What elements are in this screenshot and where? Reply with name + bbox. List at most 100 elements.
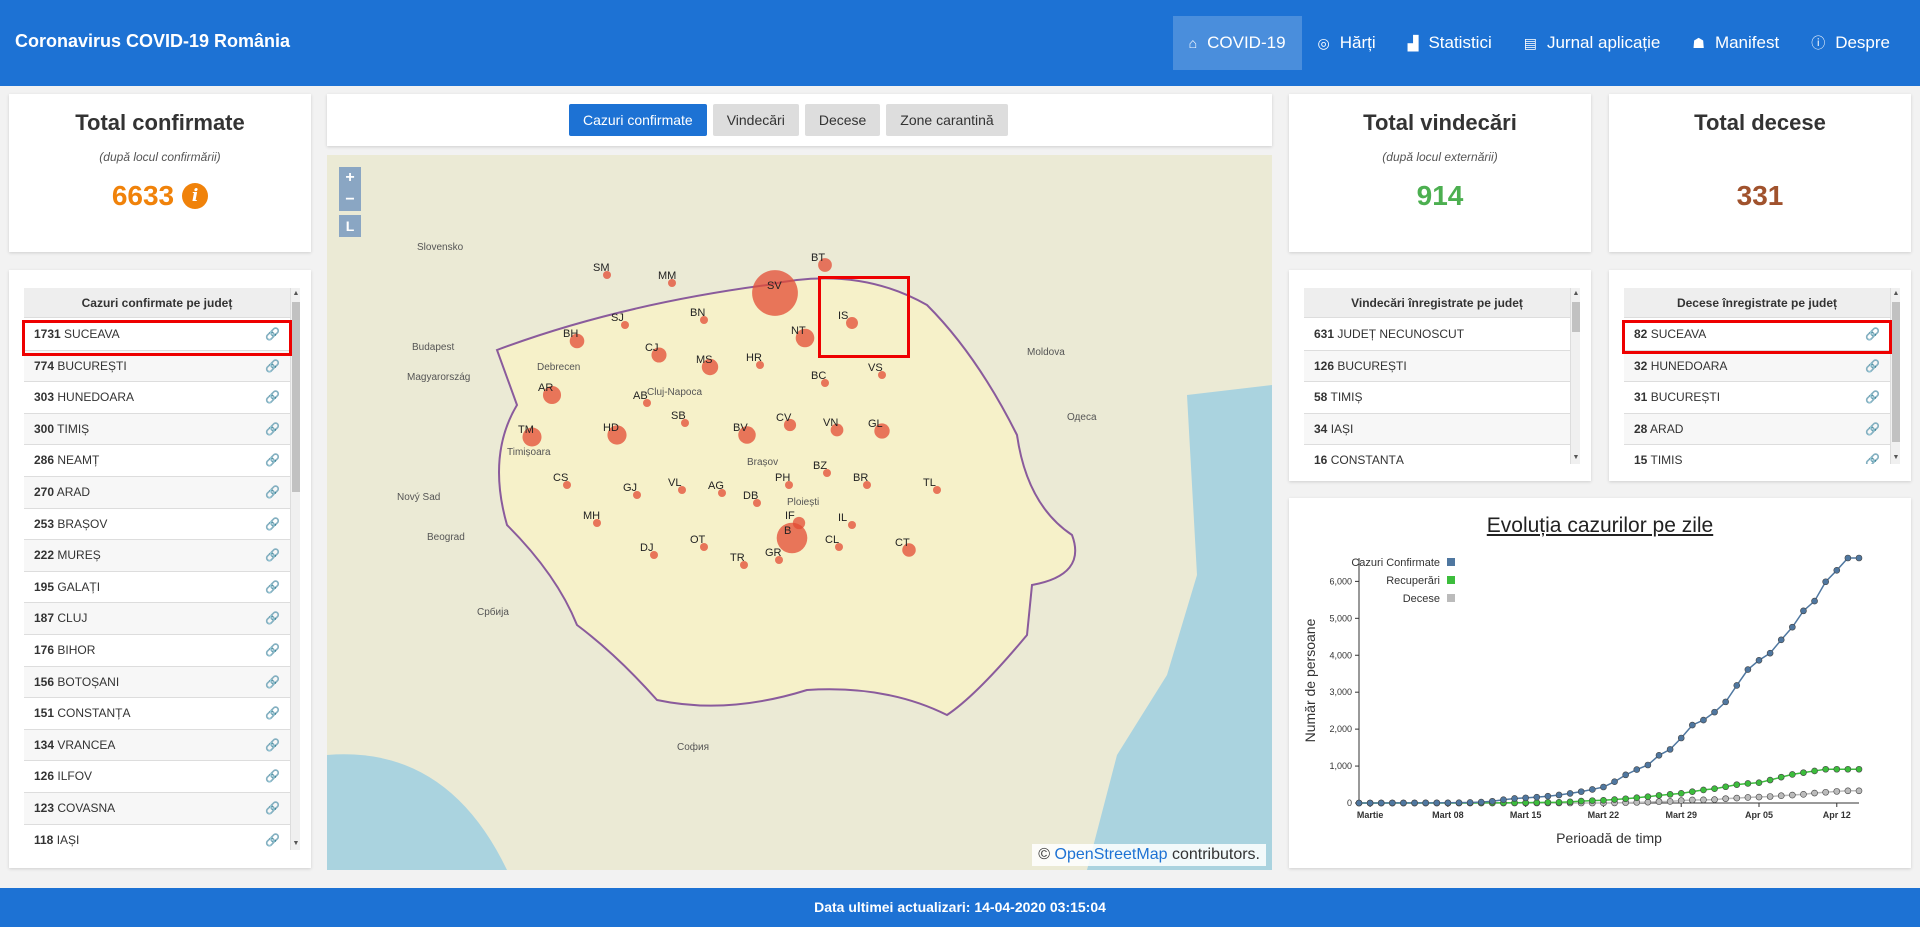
nav-label: Despre xyxy=(1835,33,1890,52)
users-icon: ☗ xyxy=(1692,34,1705,51)
tab-quarantine[interactable]: Zone carantină xyxy=(886,104,1008,136)
list-item[interactable]: 187 CLUJ 🔗 xyxy=(24,603,290,635)
nav-covid[interactable]: ⌂ COVID-19 xyxy=(1172,16,1302,70)
list-item[interactable]: 286 NEAMȚ 🔗 xyxy=(24,445,290,477)
info-icon[interactable]: i xyxy=(182,183,209,209)
data-point xyxy=(1633,766,1641,773)
link-icon[interactable]: 🔗 xyxy=(265,793,280,824)
nav-harti[interactable]: ◎ Hărți xyxy=(1302,16,1392,70)
case-count: 134 xyxy=(34,737,55,752)
list-item[interactable]: 303 HUNEDOARA 🔗 xyxy=(24,382,290,414)
app-title[interactable]: Coronavirus COVID-19 România xyxy=(15,31,290,52)
link-icon[interactable]: 🔗 xyxy=(265,414,280,445)
scroll-down-arrow[interactable]: ▼ xyxy=(1571,452,1581,464)
link-icon[interactable]: 🔗 xyxy=(265,667,280,698)
link-icon[interactable]: 🔗 xyxy=(265,509,280,540)
list-item[interactable]: 118 IAȘI 🔗 xyxy=(24,825,290,851)
list-item[interactable]: 28 ARAD 🔗 xyxy=(1624,413,1890,446)
map[interactable]: SV BT MM SM BN IS SJ NT BH CJ HR VS MS BC AR AB SB CV VN GL… xyxy=(327,155,1272,870)
link-icon[interactable]: 🔗 xyxy=(265,572,280,603)
list-item[interactable]: 195 GALAȚI 🔗 xyxy=(24,572,290,604)
place-label: Nový Sad xyxy=(397,492,440,503)
link-icon[interactable]: 🔗 xyxy=(265,477,280,508)
tab-deaths[interactable]: Decese xyxy=(804,104,881,136)
link-icon[interactable]: 🔗 xyxy=(265,603,280,634)
zoom-out-button[interactable]: − xyxy=(339,189,361,211)
scrollbar[interactable]: ▲ ▼ xyxy=(290,288,300,850)
link-icon[interactable]: 🔗 xyxy=(1865,414,1880,445)
data-point xyxy=(1755,656,1763,664)
zoom-in-button[interactable]: + xyxy=(339,167,361,189)
county-name: BUCUREȘTI xyxy=(1650,390,1721,405)
recovered-list[interactable]: 631 JUDEȚ NECUNOSCUT 126 BUCUREȘTI 58 TI… xyxy=(1304,319,1570,464)
nav-statistici[interactable]: ▟ Statistici xyxy=(1392,16,1508,70)
list-item[interactable]: 126 ILFOV 🔗 xyxy=(24,761,290,793)
data-point xyxy=(1833,788,1841,795)
data-point xyxy=(1711,796,1718,803)
data-point xyxy=(1477,798,1485,806)
list-item[interactable]: 34 IAȘI xyxy=(1304,413,1570,446)
osm-link[interactable]: OpenStreetMap xyxy=(1055,846,1168,863)
list-item[interactable]: 253 BRAȘOV 🔗 xyxy=(24,509,290,541)
link-icon[interactable]: 🔗 xyxy=(265,825,280,851)
scroll-up-arrow[interactable]: ▲ xyxy=(1571,288,1581,300)
scroll-down-arrow[interactable]: ▼ xyxy=(291,838,301,850)
card-title: Total vindecări xyxy=(1363,110,1517,135)
link-icon[interactable]: 🔗 xyxy=(1865,382,1880,413)
scrollbar[interactable]: ▲ ▼ xyxy=(1570,288,1580,464)
confirmed-list-card: Cazuri confirmate pe județ 1731 SUCEAVA 🔗… xyxy=(9,270,311,868)
link-icon[interactable]: 🔗 xyxy=(265,730,280,761)
scroll-thumb[interactable] xyxy=(1572,302,1580,332)
data-point xyxy=(1366,799,1374,807)
tab-recovered[interactable]: Vindecări xyxy=(712,104,799,136)
list-item[interactable]: 32 HUNEDOARA 🔗 xyxy=(1624,350,1890,383)
county-name: ILFOV xyxy=(57,769,93,784)
scrollbar[interactable]: ▲ ▼ xyxy=(1890,288,1900,464)
link-icon[interactable]: 🔗 xyxy=(265,382,280,413)
confirmed-list[interactable]: 1731 SUCEAVA 🔗 774 BUCUREȘTI 🔗 303 HUNEDOA… xyxy=(24,319,290,850)
link-icon[interactable]: 🔗 xyxy=(265,635,280,666)
case-count: 126 xyxy=(34,769,55,784)
nav-despre[interactable]: ⓘ Despre xyxy=(1795,16,1906,70)
list-item[interactable]: 270 ARAD 🔗 xyxy=(24,476,290,509)
list-item[interactable]: 134 VRANCEA 🔗 xyxy=(24,729,290,762)
scroll-down-arrow[interactable]: ▼ xyxy=(1891,452,1901,464)
county-label: BN xyxy=(690,307,705,319)
case-count: 118 xyxy=(34,832,54,847)
nav-manifest[interactable]: ☗ Manifest xyxy=(1676,16,1795,70)
list-item[interactable]: 176 BIHOR 🔗 xyxy=(24,635,290,667)
link-icon[interactable]: 🔗 xyxy=(1865,351,1880,382)
attribution-suffix: contributors. xyxy=(1171,846,1260,863)
list-item[interactable]: 58 TIMIȘ xyxy=(1304,382,1570,414)
data-point xyxy=(1455,799,1463,806)
tab-confirmed[interactable]: Cazuri confirmate xyxy=(569,104,707,136)
list-item[interactable]: 31 BUCUREȘTI 🔗 xyxy=(1624,382,1890,414)
link-icon[interactable]: 🔗 xyxy=(265,698,280,729)
place-label: Одеса xyxy=(1067,412,1097,423)
scroll-up-arrow[interactable]: ▲ xyxy=(1891,288,1901,300)
link-icon[interactable]: 🔗 xyxy=(265,540,280,571)
nav-jurnal[interactable]: ▤ Jurnal aplicație xyxy=(1508,16,1677,70)
list-item[interactable]: 123 COVASNA 🔗 xyxy=(24,792,290,825)
scroll-thumb[interactable] xyxy=(292,302,300,492)
data-point xyxy=(1844,554,1852,562)
list-item[interactable]: 151 CONSTANȚA 🔗 xyxy=(24,698,290,730)
map-canvas: SVBTMMSMBN ISSJNTBHCJHRVSMSBCARABSB CV VN GL… xyxy=(327,155,1272,870)
list-header: Decese înregistrate pe județ xyxy=(1624,288,1890,318)
list-item[interactable]: 16 CONSTANȚA xyxy=(1304,445,1570,464)
list-item[interactable]: 15 TIMIȘ 🔗 xyxy=(1624,445,1890,464)
list-item[interactable]: 126 BUCUREȘTI xyxy=(1304,350,1570,383)
list-item[interactable]: 300 TIMIȘ 🔗 xyxy=(24,413,290,446)
scroll-up-arrow[interactable]: ▲ xyxy=(291,288,301,300)
county-label: DJ xyxy=(640,542,653,554)
legend-swatch xyxy=(1447,594,1455,602)
list-item[interactable]: 222 MUREȘ 🔗 xyxy=(24,540,290,572)
list-item[interactable]: 631 JUDEȚ NECUNOSCUT xyxy=(1304,319,1570,351)
data-point xyxy=(1611,796,1618,803)
scroll-thumb[interactable] xyxy=(1892,302,1900,442)
link-icon[interactable]: 🔗 xyxy=(1865,445,1880,464)
link-icon[interactable]: 🔗 xyxy=(265,761,280,792)
list-item[interactable]: 156 BOTOȘANI 🔗 xyxy=(24,666,290,699)
layers-button[interactable]: L xyxy=(339,215,361,237)
link-icon[interactable]: 🔗 xyxy=(265,445,280,476)
